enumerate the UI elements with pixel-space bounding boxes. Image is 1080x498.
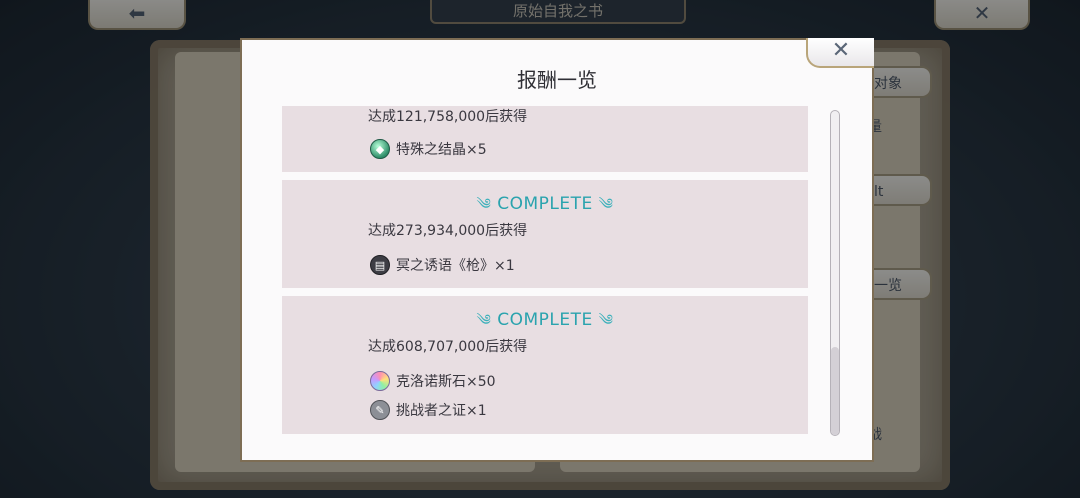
complete-badge: ༄ COMPLETE ༄ — [282, 304, 808, 346]
scrollbar-thumb[interactable] — [831, 347, 839, 435]
reward-item[interactable]: ✎ 挑战者之证×1 — [370, 399, 487, 421]
scrollbar[interactable] — [830, 110, 840, 436]
close-x-icon: ✕ — [831, 38, 851, 63]
swirl-right-icon: ༄ — [598, 311, 614, 329]
reward-condition: 达成121,758,000后获得 — [368, 109, 528, 125]
reward-card: ༄ COMPLETE ༄ 达成608,707,000后获得 克洛诺斯石×50 ✎… — [282, 296, 808, 434]
crystal-icon: ◆ — [370, 139, 390, 159]
swirl-left-icon: ༄ — [476, 311, 492, 329]
complete-label: COMPLETE — [497, 310, 593, 330]
swirl-left-icon: ༄ — [476, 195, 492, 213]
reward-list-modal: 报酬一览 ✕ 达成121,758,000后获得 ◆ 特殊之结晶×5 ༄ COMP… — [240, 38, 874, 462]
swirl-right-icon: ༄ — [598, 195, 614, 213]
reward-item-name: 特殊之结晶×5 — [396, 142, 487, 158]
modal-close-button[interactable]: ✕ — [806, 38, 874, 68]
reward-item-name: 冥之诱语《枪》×1 — [396, 258, 515, 274]
rainbow-stone-icon — [370, 371, 390, 391]
challenger-proof-icon: ✎ — [370, 400, 390, 420]
reward-item[interactable]: ▤ 冥之诱语《枪》×1 — [370, 254, 515, 276]
reward-item-name: 挑战者之证×1 — [396, 403, 487, 419]
book-icon: ▤ — [370, 255, 390, 275]
complete-label: COMPLETE — [497, 194, 593, 214]
reward-list[interactable]: 达成121,758,000后获得 ◆ 特殊之结晶×5 ༄ COMPLETE ༄ … — [282, 106, 812, 438]
reward-item-name: 克洛诺斯石×50 — [396, 374, 496, 390]
reward-item[interactable]: 克洛诺斯石×50 — [370, 370, 496, 392]
reward-item[interactable]: ◆ 特殊之结晶×5 — [370, 138, 487, 160]
reward-card: ༄ COMPLETE ༄ 达成273,934,000后获得 ▤ 冥之诱语《枪》×… — [282, 180, 808, 288]
complete-badge: ༄ COMPLETE ༄ — [282, 188, 808, 230]
reward-condition: 达成608,707,000后获得 — [368, 339, 528, 355]
modal-title: 报酬一览 — [517, 68, 597, 92]
reward-card: 达成121,758,000后获得 ◆ 特殊之结晶×5 — [282, 106, 808, 172]
reward-condition: 达成273,934,000后获得 — [368, 223, 528, 239]
